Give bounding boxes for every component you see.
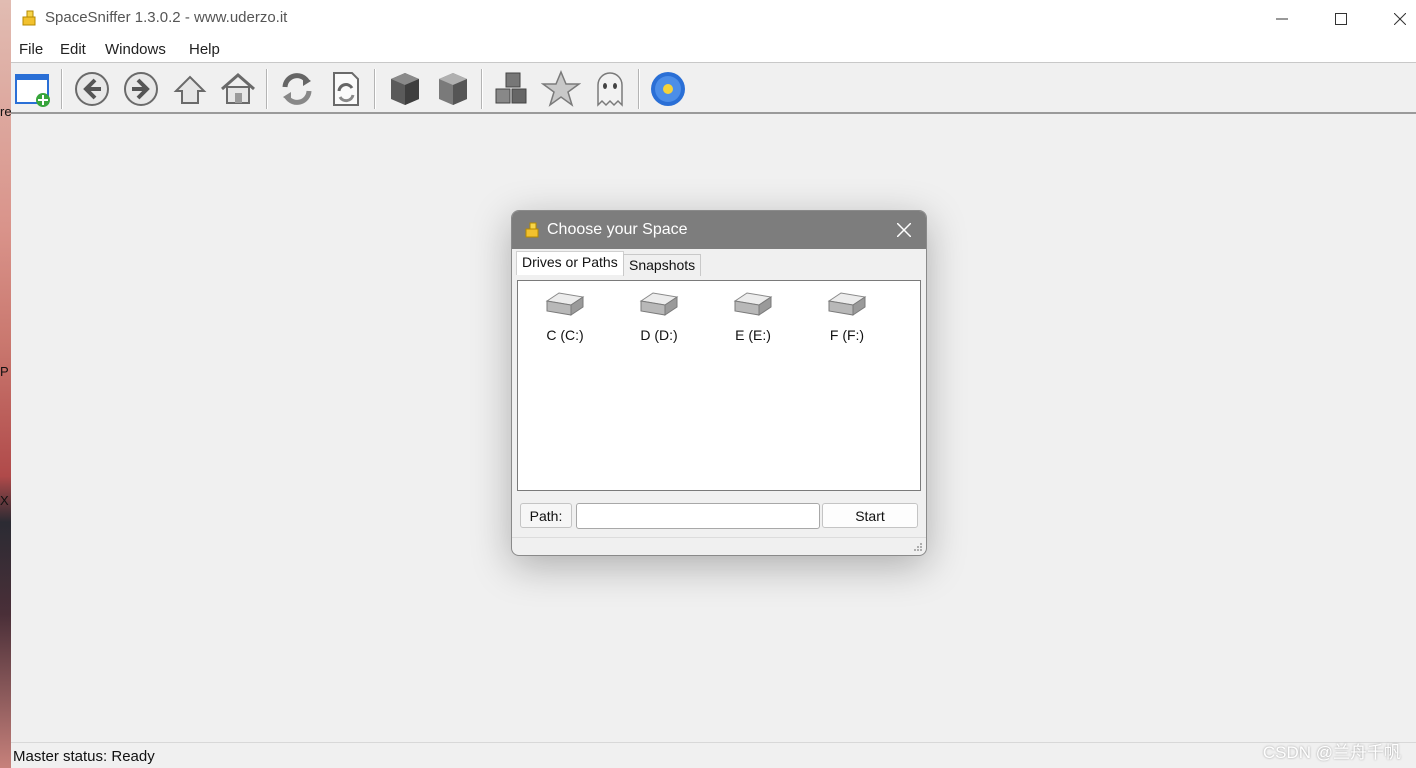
- toolbar-separator: [266, 69, 268, 109]
- refresh-icon: [282, 73, 312, 105]
- drive-label: E (E:): [735, 327, 771, 343]
- hard-drive-icon: [827, 292, 867, 316]
- app-puzzle-icon: [22, 10, 36, 26]
- desktop-text-fragment: P: [0, 364, 9, 379]
- settings-flower-icon: [651, 72, 685, 106]
- new-space-icon: [15, 74, 50, 107]
- drive-item-f[interactable]: F (F:): [800, 289, 894, 349]
- window-title: SpaceSniffer 1.3.0.2 - www.uderzo.it: [45, 9, 288, 26]
- toolbar-separator: [61, 69, 63, 109]
- toolbar-separator: [374, 69, 376, 109]
- blocks-button[interactable]: [491, 68, 533, 110]
- forward-button[interactable]: [120, 68, 162, 110]
- status-text: Master status: Ready: [13, 748, 155, 765]
- close-icon: [897, 223, 911, 237]
- drive-list: C (C:) D (D:) E (E:) F (F:): [517, 280, 921, 491]
- back-button[interactable]: [71, 68, 113, 110]
- box-open-icon: [439, 73, 467, 105]
- app-puzzle-icon: [525, 222, 539, 238]
- new-space-button[interactable]: [12, 68, 54, 110]
- drive-item-d[interactable]: D (D:): [612, 289, 706, 349]
- path-input[interactable]: [576, 503, 820, 529]
- menu-edit[interactable]: Edit: [60, 41, 86, 58]
- hard-drive-icon: [545, 292, 585, 316]
- path-button[interactable]: Path:: [520, 503, 572, 528]
- toolbar-separator: [481, 69, 483, 109]
- settings-button[interactable]: [647, 68, 689, 110]
- refresh-document-button[interactable]: [325, 68, 367, 110]
- maximize-button[interactable]: [1312, 0, 1370, 38]
- ghost-button[interactable]: [589, 68, 631, 110]
- dialog-footer-divider: [512, 537, 926, 538]
- watermark: CSDN @兰舟千帆: [1262, 743, 1401, 762]
- tab-snapshots[interactable]: Snapshots: [623, 254, 702, 276]
- box-open-button[interactable]: [432, 68, 474, 110]
- start-button[interactable]: Start: [822, 503, 918, 528]
- toolbar: [11, 62, 1416, 114]
- dialog-title-bar[interactable]: Choose your Space: [512, 211, 926, 249]
- home-icon: [221, 73, 255, 104]
- home-button[interactable]: [217, 68, 259, 110]
- dialog-title: Choose your Space: [547, 221, 688, 238]
- menu-file[interactable]: File: [19, 41, 43, 58]
- box-button[interactable]: [384, 68, 426, 110]
- blocks-icon: [495, 72, 527, 104]
- up-icon: [173, 75, 207, 104]
- desktop-text-fragment: X: [0, 493, 9, 508]
- up-button[interactable]: [169, 68, 211, 110]
- drive-item-e[interactable]: E (E:): [706, 289, 800, 349]
- drive-label: C (C:): [546, 327, 584, 343]
- menu-help[interactable]: Help: [189, 41, 220, 58]
- box-icon: [391, 73, 419, 105]
- drive-label: F (F:): [829, 327, 865, 343]
- star-icon: [541, 70, 581, 107]
- hard-drive-icon: [733, 292, 773, 316]
- title-bar[interactable]: SpaceSniffer 1.3.0.2 - www.uderzo.it: [11, 0, 1416, 38]
- hard-drive-icon: [639, 292, 679, 316]
- status-bar: Master status: Ready: [11, 742, 1416, 768]
- refresh-document-icon: [333, 72, 359, 106]
- tab-drives-or-paths[interactable]: Drives or Paths: [516, 251, 624, 275]
- minimize-icon: [1276, 18, 1288, 20]
- forward-icon: [124, 72, 158, 106]
- minimize-button[interactable]: [1253, 0, 1311, 38]
- menu-windows[interactable]: Windows: [105, 41, 166, 58]
- drive-label: D (D:): [640, 327, 678, 343]
- dialog-close-button[interactable]: [884, 211, 924, 249]
- menu-bar: File Edit Windows Help: [11, 38, 1416, 62]
- ghost-icon: [597, 72, 623, 107]
- drive-item-c[interactable]: C (C:): [518, 289, 612, 349]
- toolbar-separator: [638, 69, 640, 109]
- close-button[interactable]: [1371, 0, 1416, 38]
- close-icon: [1394, 13, 1406, 25]
- choose-space-dialog: Choose your Space Drives or Paths Snapsh…: [511, 210, 927, 556]
- back-icon: [75, 72, 109, 106]
- star-button[interactable]: [540, 68, 582, 110]
- desktop-text-fragment: re: [0, 104, 11, 119]
- resize-grip-icon[interactable]: [913, 542, 923, 552]
- maximize-icon: [1335, 13, 1347, 25]
- refresh-button[interactable]: [276, 68, 318, 110]
